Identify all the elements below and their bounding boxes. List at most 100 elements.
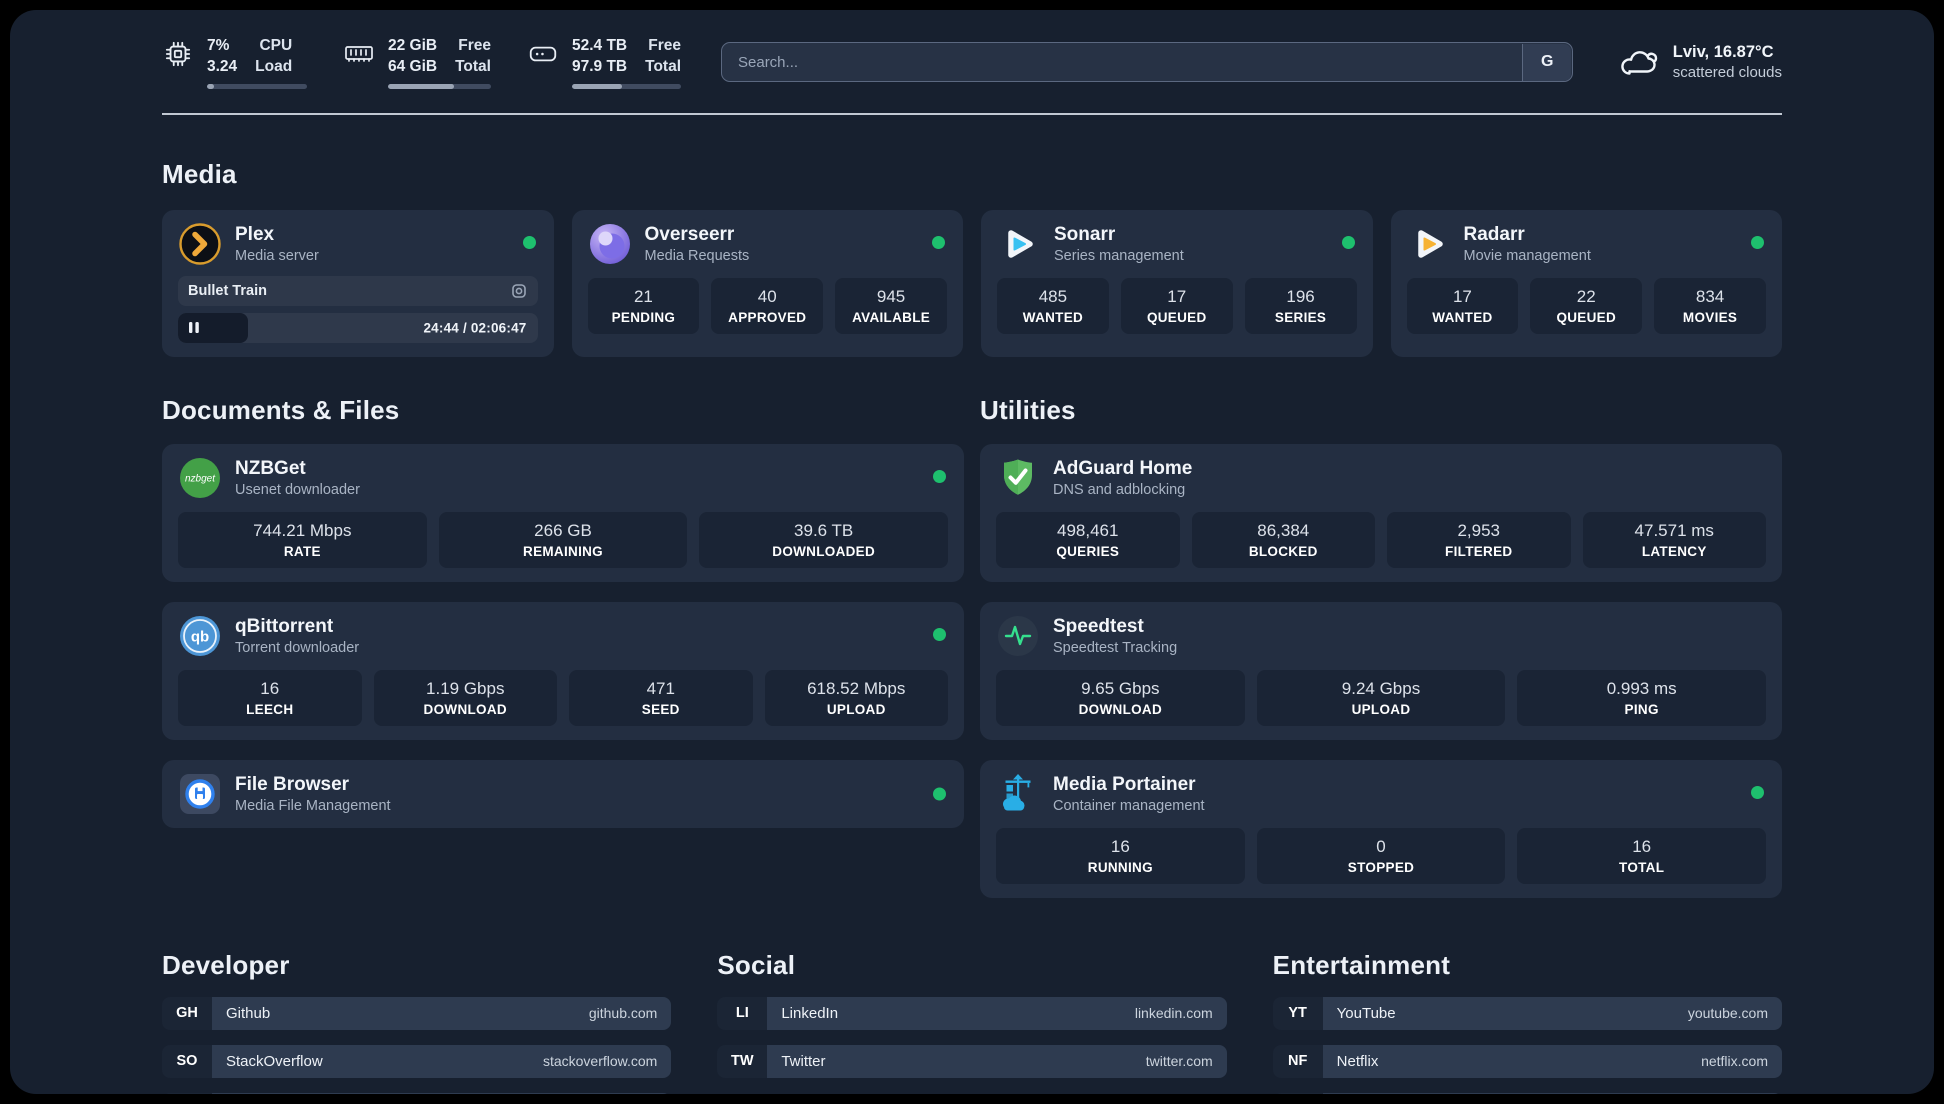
link-url: linkedin.com — [1134, 1005, 1213, 1022]
link-tag: TW — [717, 1044, 768, 1078]
disk-values: 52.4 TB 97.9 TB — [571, 37, 628, 75]
svg-text:nzbget: nzbget — [185, 473, 216, 484]
disk-icon — [527, 38, 559, 70]
app-subtitle: Series management — [1054, 248, 1184, 265]
weather-widget[interactable]: Lviv, 16.87°C scattered clouds — [1617, 43, 1782, 81]
stat-wanted: 17 WANTED — [1406, 277, 1519, 334]
card-radarr[interactable]: Radarr Movie management 17 WANTED 22 QUE… — [1390, 209, 1782, 357]
ram-progressbar — [388, 83, 491, 89]
stat-download: 9.65 Gbps DOWNLOAD — [996, 669, 1245, 726]
stat-pending: 21 PENDING — [587, 277, 700, 334]
link-name: YouTube — [1336, 1004, 1396, 1022]
app-subtitle: DNS and adblocking — [1053, 482, 1186, 499]
card-portainer[interactable]: Media Portainer Container management 16 … — [980, 759, 1782, 898]
app-subtitle: Media Requests — [644, 248, 750, 265]
link-github[interactable]: GH Github github.com — [162, 996, 672, 1030]
link-youtube[interactable]: YT YouTube youtube.com — [1272, 996, 1782, 1030]
link-tag: DT — [162, 1092, 212, 1094]
cpu-labels: CPU Load — [255, 37, 293, 75]
media-grid: Plex Media server Bullet Train 24:44 / 0… — [162, 209, 1782, 357]
stat-running: 16 RUNNING — [996, 827, 1245, 884]
cpu-values: 7% 3.24 — [207, 37, 238, 75]
link-reddit[interactable]: RE Reddit reddit.com — [1272, 1092, 1782, 1094]
filebrowser-icon — [178, 772, 222, 816]
app-name: Media Portainer — [1053, 774, 1196, 796]
link-netflix[interactable]: NF Netflix netflix.com — [1272, 1044, 1782, 1078]
utilities-column: Utilities AdGuard Home DNS and adblockin… — [980, 395, 1782, 898]
stat-downloaded: 39.6 TB DOWNLOADED — [699, 511, 948, 568]
link-name: LinkedIn — [781, 1004, 839, 1022]
portainer-icon — [996, 772, 1040, 816]
card-speedtest[interactable]: Speedtest Speedtest Tracking 9.65 Gbps D… — [980, 601, 1782, 740]
stat-stopped: 0 STOPPED — [1256, 827, 1506, 884]
link-tag: GH — [162, 996, 212, 1030]
gear-icon[interactable] — [510, 282, 528, 300]
card-adguard[interactable]: AdGuard Home DNS and adblocking 498,461 … — [980, 443, 1782, 582]
card-qbittorrent[interactable]: qb qBittorrent Torrent downloader 16 LEE… — [162, 601, 964, 740]
section-title-utilities: Utilities — [980, 394, 1076, 425]
stat-latency: 47.571 ms LATENCY — [1582, 511, 1766, 568]
stat-seed: 471 SEED — [569, 669, 753, 726]
playback-time: 24:44 / 02:06:47 — [423, 320, 527, 336]
app-name: NZBGet — [235, 458, 306, 480]
app-name: Speedtest — [1053, 616, 1144, 638]
stat-wanted: 485 WANTED — [997, 277, 1109, 334]
section-title-documents: Documents & Files — [162, 394, 400, 425]
qbittorrent-icon: qb — [178, 614, 222, 658]
cpu-icon — [162, 38, 194, 70]
link-twitter[interactable]: TW Twitter twitter.com — [717, 1044, 1227, 1078]
search-engine-button[interactable]: G — [1522, 43, 1572, 81]
link-linkedin[interactable]: LI LinkedIn linkedin.com — [717, 996, 1227, 1030]
app-name: Plex — [235, 224, 275, 246]
plex-icon — [178, 222, 222, 266]
status-dot — [932, 235, 945, 249]
link-url: netflix.com — [1701, 1053, 1768, 1070]
disk-progressbar — [571, 83, 681, 89]
link-stackoverflow[interactable]: SO StackOverflow stackoverflow.com — [162, 1044, 672, 1078]
documents-column: Documents & Files nzbget NZBGet Usenet d… — [162, 395, 964, 898]
cloud-icon — [1617, 43, 1661, 81]
now-playing-title: Bullet Train — [188, 282, 267, 299]
link-tag: NF — [1272, 1044, 1323, 1078]
disk-stat: 52.4 TB 97.9 TB Free Total — [527, 36, 681, 89]
link-url: stackoverflow.com — [542, 1053, 658, 1070]
weather-condition: scattered clouds — [1672, 64, 1782, 82]
app-name: Overseerr — [644, 224, 735, 246]
playback-progressbar: 24:44 / 02:06:47 — [178, 312, 538, 343]
app-subtitle: Container management — [1053, 798, 1205, 815]
cpu-progressbar — [207, 83, 307, 89]
link-tag: RE — [1272, 1092, 1323, 1094]
status-dot — [933, 627, 946, 641]
status-dot — [1751, 235, 1764, 249]
card-filebrowser[interactable]: File Browser Media File Management — [162, 759, 964, 828]
stat-total: 16 TOTAL — [1517, 827, 1766, 884]
link-tag: LI — [717, 996, 768, 1030]
cpu-stat: 7% 3.24 CPU Load — [162, 36, 307, 89]
link-dev[interactable]: DT DEV dev.to — [162, 1092, 672, 1094]
now-playing-row: Bullet Train — [178, 275, 538, 306]
app-subtitle: Movie management — [1463, 248, 1591, 265]
stat-download: 1.19 Gbps DOWNLOAD — [373, 669, 557, 726]
stat-queued: 17 QUEUED — [1120, 277, 1233, 334]
card-plex[interactable]: Plex Media server Bullet Train 24:44 / 0… — [162, 209, 554, 357]
card-sonarr[interactable]: Sonarr Series management 485 WANTED 17 Q… — [981, 209, 1373, 357]
app-name: File Browser — [235, 774, 350, 796]
card-nzbget[interactable]: nzbget NZBGet Usenet downloader 744.21 M… — [162, 443, 964, 582]
search-input[interactable] — [721, 42, 1573, 83]
topbar-divider — [162, 112, 1782, 115]
status-dot — [1751, 785, 1764, 799]
ram-values: 22 GiB 64 GiB — [388, 37, 438, 75]
weather-location-temp: Lviv, 16.87°C — [1672, 43, 1774, 62]
app-subtitle: Usenet downloader — [235, 482, 360, 499]
sonarr-icon — [997, 222, 1041, 266]
link-url: github.com — [588, 1005, 658, 1022]
app-subtitle: Media File Management — [235, 798, 391, 815]
section-title-entertainment: Entertainment — [1272, 949, 1451, 980]
card-overseerr[interactable]: Overseerr Media Requests 21 PENDING 40 A… — [571, 209, 963, 357]
topbar: 7% 3.24 CPU Load 22 GiB 64 GiB Free Tota… — [162, 36, 1782, 89]
system-stats: 7% 3.24 CPU Load 22 GiB 64 GiB Free Tota… — [162, 36, 681, 89]
nzbget-icon: nzbget — [178, 456, 222, 500]
link-name: Github — [226, 1004, 271, 1022]
stat-upload: 9.24 Gbps UPLOAD — [1256, 669, 1506, 726]
search: G — [721, 42, 1573, 83]
